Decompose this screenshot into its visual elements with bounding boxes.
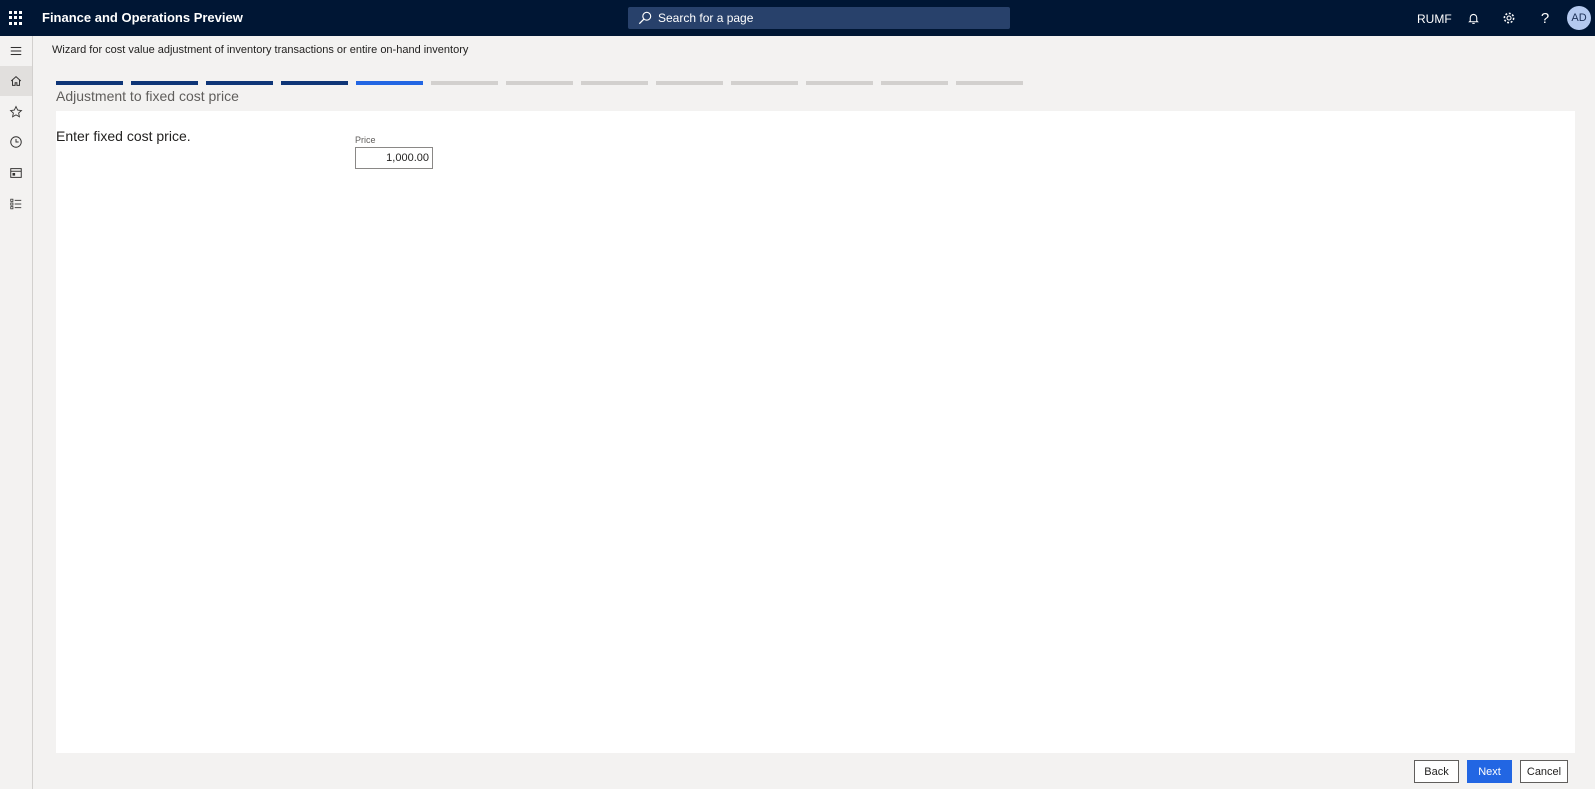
app-title: Finance and Operations Preview [42, 10, 243, 25]
workspace-icon[interactable] [0, 158, 32, 188]
avatar[interactable]: AD [1567, 6, 1591, 30]
back-button[interactable]: Back [1414, 760, 1459, 783]
wizard-step-5 [356, 81, 423, 85]
search-icon [638, 11, 652, 25]
wizard-step-7 [506, 81, 573, 85]
bell-icon[interactable] [1464, 9, 1482, 27]
wizard-progress [56, 81, 1031, 85]
list-icon[interactable] [0, 189, 32, 219]
step-title: Adjustment to fixed cost price [56, 88, 239, 104]
wizard-content: Enter fixed cost price. Price [56, 111, 1575, 753]
home-icon[interactable] [0, 66, 32, 96]
wizard-step-1 [56, 81, 123, 85]
price-input[interactable] [355, 147, 433, 169]
hamburger-icon[interactable] [0, 36, 32, 66]
clock-icon[interactable] [0, 127, 32, 157]
side-navigation [0, 36, 33, 789]
wizard-step-2 [131, 81, 198, 85]
top-bar: Finance and Operations Preview Search fo… [0, 0, 1595, 36]
wizard-step-12 [881, 81, 948, 85]
instruction-text: Enter fixed cost price. [56, 128, 191, 144]
wizard-step-6 [431, 81, 498, 85]
wizard-step-11 [806, 81, 873, 85]
wizard-step-10 [731, 81, 798, 85]
waffle-icon[interactable] [7, 9, 25, 27]
company-selector[interactable]: RUMF [1417, 12, 1452, 26]
cancel-button[interactable]: Cancel [1520, 760, 1568, 783]
help-icon[interactable]: ? [1536, 9, 1554, 27]
price-label: Price [355, 135, 376, 145]
next-button[interactable]: Next [1467, 760, 1512, 783]
star-icon[interactable] [0, 97, 32, 127]
wizard-title: Wizard for cost value adjustment of inve… [52, 44, 469, 56]
wizard-step-13 [956, 81, 1023, 85]
gear-icon[interactable] [1500, 9, 1518, 27]
wizard-step-8 [581, 81, 648, 85]
wizard-step-9 [656, 81, 723, 85]
search-input[interactable]: Search for a page [628, 7, 1010, 29]
search-placeholder: Search for a page [658, 11, 754, 25]
wizard-step-4 [281, 81, 348, 85]
wizard-step-3 [206, 81, 273, 85]
